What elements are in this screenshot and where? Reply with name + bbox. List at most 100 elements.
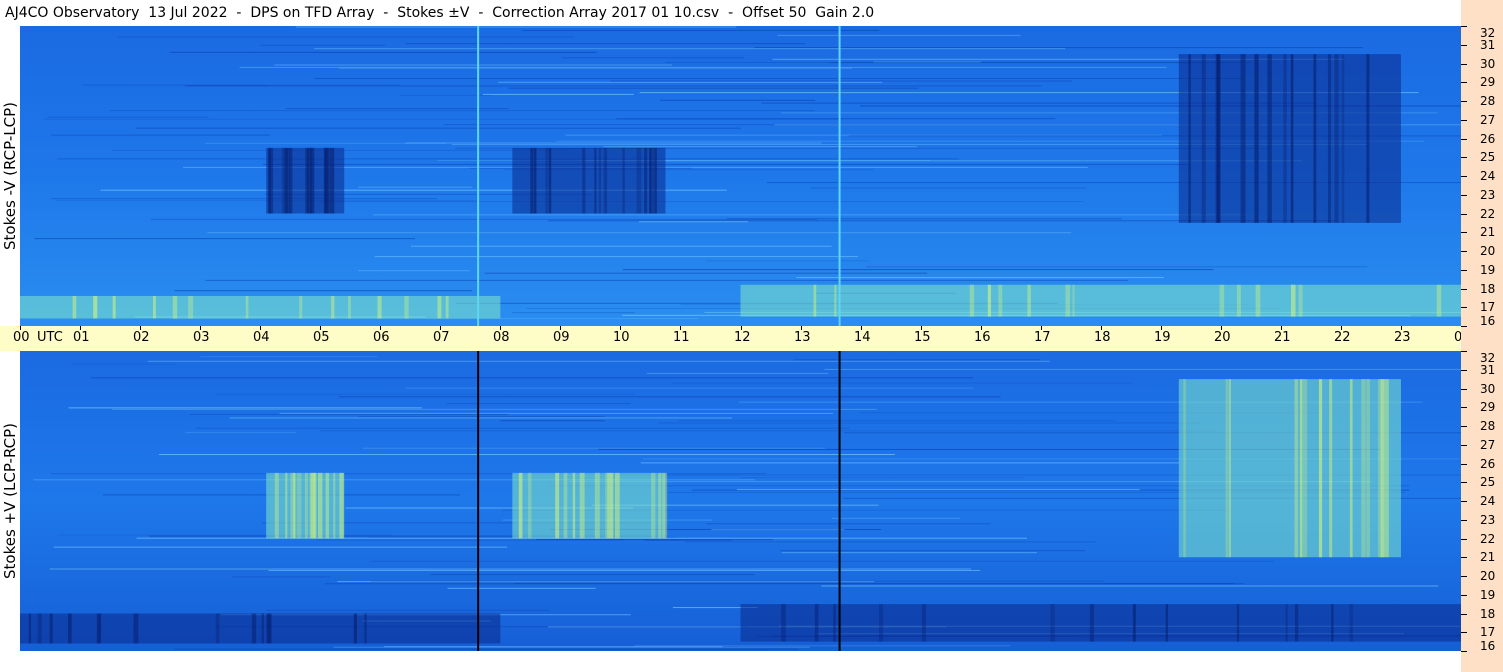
feature-striation bbox=[261, 613, 264, 644]
texture-line bbox=[796, 277, 1164, 279]
frequency-tick-label: 23 bbox=[1480, 513, 1496, 527]
feature-striation bbox=[662, 472, 668, 539]
feature-striation bbox=[437, 296, 442, 319]
feature-striation bbox=[987, 284, 992, 317]
feature-striation bbox=[1334, 54, 1339, 223]
texture-line bbox=[634, 645, 1011, 647]
texture-line bbox=[512, 312, 636, 314]
feature-striation bbox=[1366, 379, 1370, 558]
texture-line bbox=[437, 159, 931, 161]
feature-striation bbox=[649, 147, 652, 214]
texture-line bbox=[207, 232, 1072, 234]
frequency-tick bbox=[1461, 595, 1467, 596]
texture-line bbox=[316, 539, 624, 541]
feature-striation bbox=[1236, 604, 1240, 642]
frequency-tick-label: 19 bbox=[1480, 588, 1496, 602]
texture-line bbox=[405, 142, 822, 144]
frequency-tick-label: 21 bbox=[1480, 550, 1496, 564]
feature-striation bbox=[289, 147, 293, 214]
texture-line bbox=[112, 408, 877, 410]
texture-line bbox=[34, 238, 415, 240]
feature-striation bbox=[530, 147, 534, 214]
spectrogram-feature-bright bbox=[740, 284, 1461, 317]
frequency-tick bbox=[1461, 326, 1467, 327]
feature-striation bbox=[283, 147, 289, 214]
vertical-marker-line bbox=[838, 26, 841, 326]
feature-striation bbox=[245, 296, 249, 319]
feature-striation bbox=[814, 604, 819, 642]
feature-striation bbox=[317, 472, 323, 539]
time-tick-label: 06 bbox=[373, 330, 390, 345]
frequency-tick bbox=[1461, 632, 1467, 633]
time-tick-label: 05 bbox=[313, 330, 330, 345]
texture-line bbox=[53, 546, 508, 548]
texture-line bbox=[314, 48, 1066, 50]
feature-striation bbox=[112, 296, 116, 319]
feature-striation bbox=[1318, 379, 1323, 558]
time-tick-label: 17 bbox=[1034, 330, 1051, 345]
frequency-tick bbox=[1461, 214, 1467, 215]
texture-line bbox=[358, 270, 470, 272]
texture-line bbox=[736, 489, 1140, 491]
feature-striation bbox=[879, 604, 884, 642]
time-tick-label: 23 bbox=[1394, 330, 1411, 345]
spectrogram-feature-dark bbox=[20, 613, 501, 644]
texture-line bbox=[405, 43, 806, 45]
texture-line bbox=[866, 266, 1368, 268]
feature-striation bbox=[1236, 284, 1241, 317]
feature-striation bbox=[1290, 54, 1294, 223]
texture-line bbox=[200, 356, 378, 358]
texture-line bbox=[184, 85, 1042, 87]
frequency-tick-label: 27 bbox=[1480, 113, 1496, 127]
time-tick-label: 20 bbox=[1214, 330, 1231, 345]
texture-line bbox=[447, 587, 596, 589]
texture-line bbox=[205, 279, 1128, 281]
frequency-tick bbox=[1461, 195, 1467, 196]
texture-line bbox=[358, 186, 473, 188]
feature-striation bbox=[1327, 54, 1331, 223]
feature-striation bbox=[347, 296, 351, 319]
texture-line bbox=[706, 523, 991, 525]
time-tick-label: 10 bbox=[613, 330, 630, 345]
texture-line bbox=[319, 430, 1216, 432]
frequency-tick bbox=[1461, 370, 1467, 371]
feature-striation bbox=[274, 472, 279, 539]
feature-striation bbox=[364, 613, 367, 644]
texture-line bbox=[109, 110, 815, 112]
frequency-tick-label: 22 bbox=[1480, 532, 1496, 546]
texture-line bbox=[71, 363, 177, 365]
frequency-tick-label: 30 bbox=[1480, 57, 1496, 71]
frequency-tick-label: 29 bbox=[1480, 400, 1496, 414]
spectrogram-feature-bright bbox=[512, 472, 666, 539]
frequency-tick-label: 18 bbox=[1480, 282, 1496, 296]
feature-striation bbox=[266, 613, 270, 644]
frequency-tick bbox=[1461, 289, 1467, 290]
feature-striation bbox=[921, 604, 926, 642]
frequency-tick-label: 20 bbox=[1480, 569, 1496, 583]
time-tick-label: 02 bbox=[133, 330, 150, 345]
feature-striation bbox=[609, 472, 614, 539]
feature-striation bbox=[781, 604, 786, 642]
texture-line bbox=[205, 142, 447, 144]
texture-line bbox=[239, 66, 1167, 68]
upper-panel-ylabel: Stokes -V (RCP-LCP) bbox=[1, 102, 19, 250]
spectrogram-svg bbox=[20, 26, 1461, 326]
texture-line bbox=[705, 260, 869, 262]
feature-striation bbox=[533, 147, 537, 214]
spectrogram-svg bbox=[20, 351, 1461, 651]
feature-striation bbox=[1384, 379, 1389, 558]
texture-line bbox=[660, 99, 816, 101]
feature-striation bbox=[353, 613, 357, 644]
texture-line bbox=[215, 393, 635, 395]
feature-striation bbox=[325, 472, 329, 539]
frequency-tick bbox=[1461, 101, 1467, 102]
feature-striation bbox=[1183, 379, 1186, 558]
vertical-marker-line bbox=[477, 26, 480, 326]
frequency-tick bbox=[1461, 26, 1467, 27]
texture-line bbox=[170, 51, 597, 53]
texture-line bbox=[185, 431, 297, 433]
time-tick-label: 11 bbox=[673, 330, 690, 345]
feature-striation bbox=[1065, 284, 1071, 317]
frequency-tick bbox=[1461, 389, 1467, 390]
feature-striation bbox=[1349, 604, 1353, 642]
